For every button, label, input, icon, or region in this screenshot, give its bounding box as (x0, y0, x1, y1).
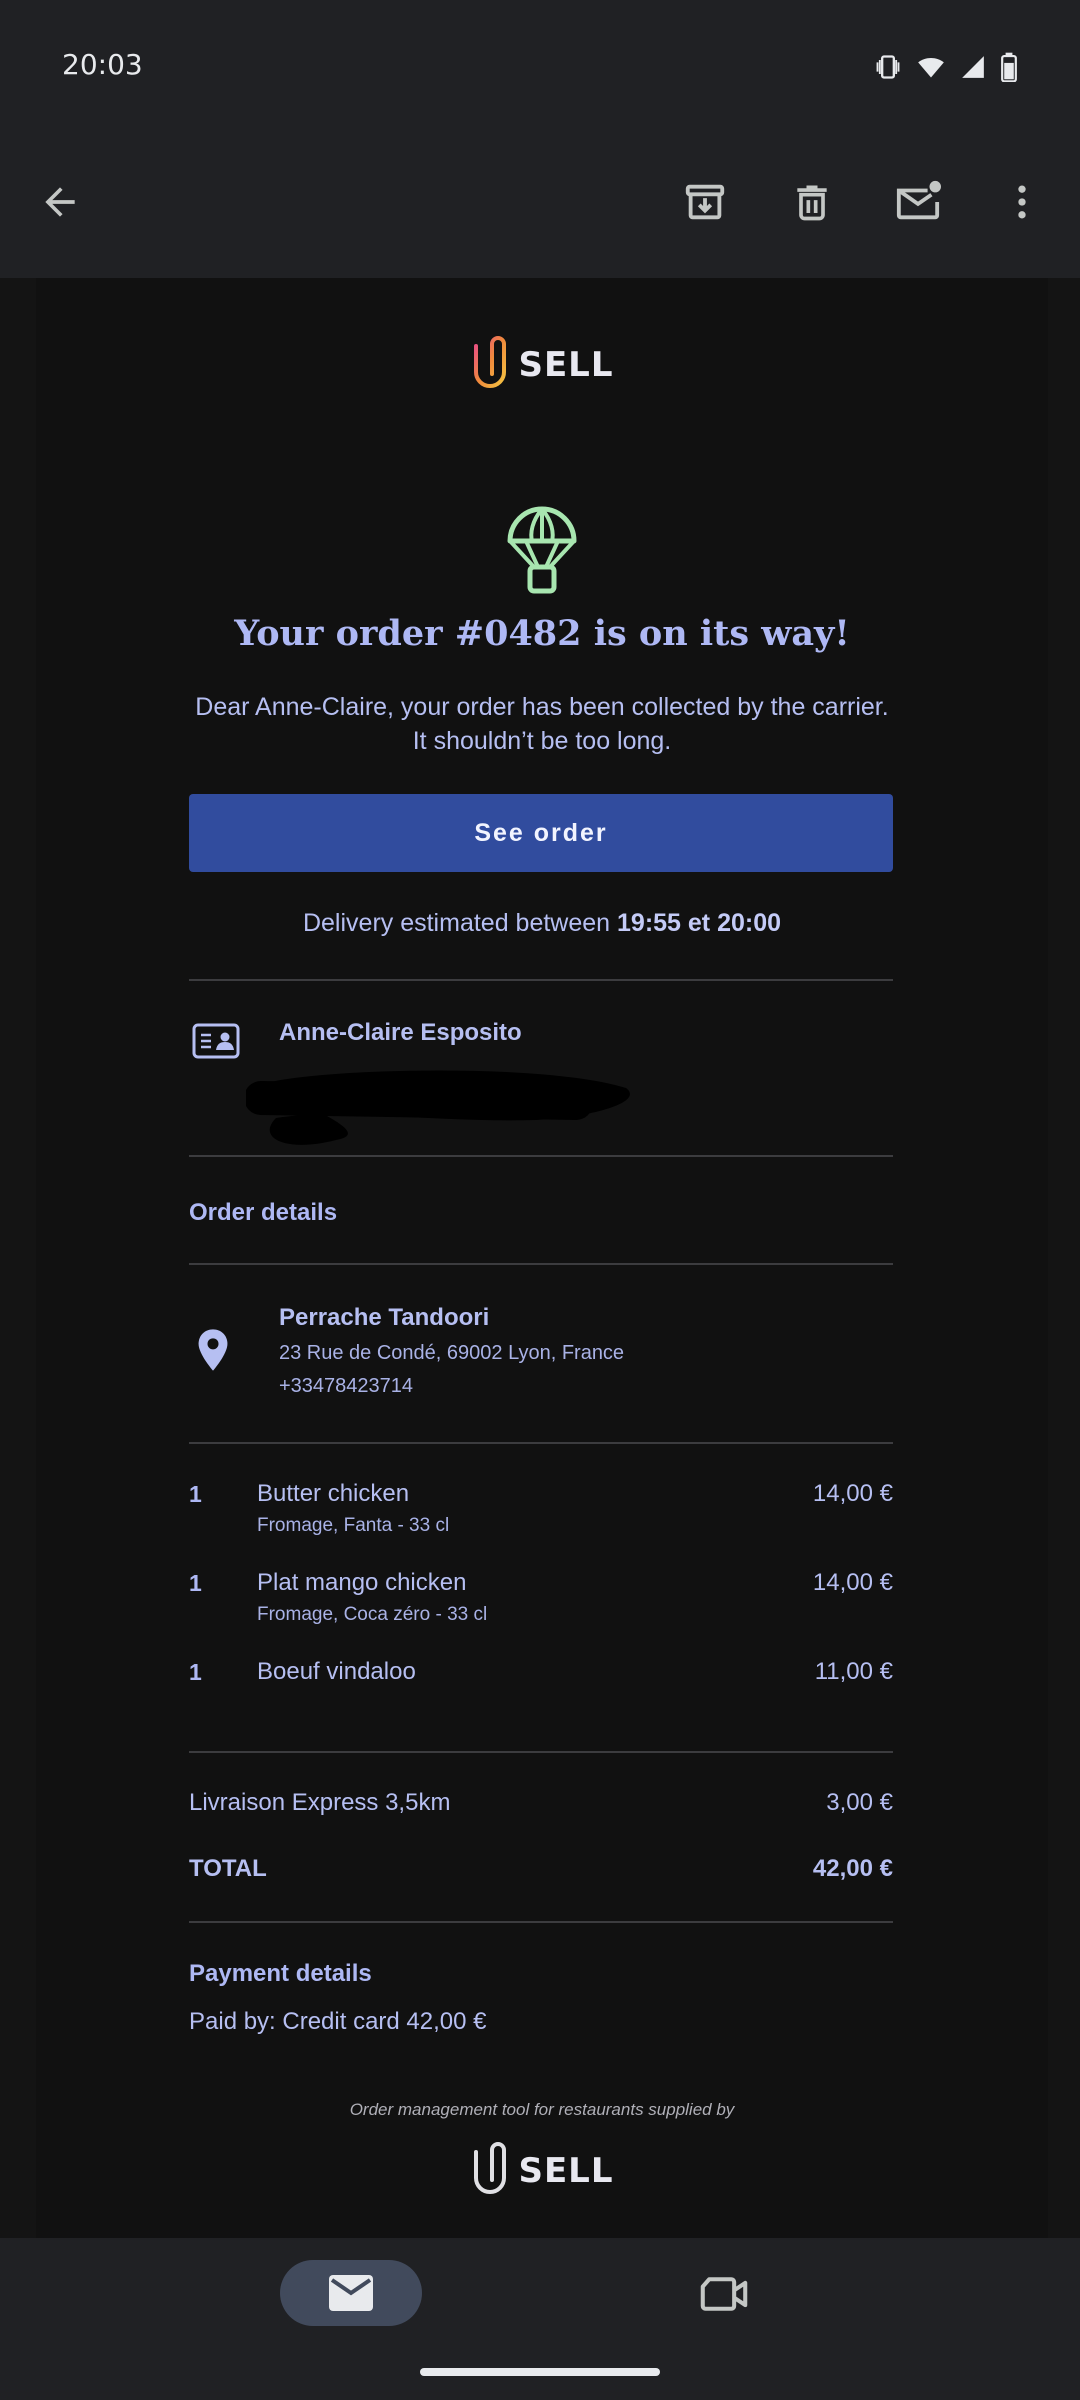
restaurant-phone[interactable]: +33478423714 (279, 1375, 413, 1398)
back-arrow-icon (45, 187, 75, 217)
eta-prefix: Delivery estimated between (302, 909, 611, 937)
archive-icon (685, 184, 725, 220)
customer-name: Anne-Claire Esposito (279, 1019, 522, 1046)
wifi-icon (918, 57, 944, 78)
item-price: 14,00 € (812, 1569, 893, 1596)
total-value: 42,00 € (812, 1855, 893, 1882)
archive-button[interactable] (673, 170, 737, 234)
intro-text: Dear Anne-Claire, your order has been co… (195, 693, 889, 755)
delivery-fee-value: 3,00 € (826, 1789, 893, 1816)
divider (189, 979, 893, 981)
footer-brand-logo: SELL (36, 2140, 1048, 2202)
footer-brand-name: SELL (518, 2151, 614, 2191)
divider (189, 1921, 893, 1923)
item-qty: 1 (189, 1659, 202, 1685)
status-time: 20:03 (62, 48, 143, 81)
mail-icon (329, 2275, 373, 2311)
item-price: 11,00 € (814, 1658, 893, 1685)
mark-unread-button[interactable] (886, 170, 950, 234)
delete-button[interactable] (780, 170, 844, 234)
payment-line: Paid by: Credit card 42,00 € (189, 2008, 487, 2035)
divider (189, 1442, 893, 1444)
more-vert-icon (1018, 185, 1026, 219)
item-options: Fromage, Coca zéro - 33 cl (257, 1604, 488, 1625)
email-content: SELL Your order #0482 is on its way! Dea… (36, 278, 1048, 2238)
video-icon (700, 2277, 748, 2311)
parachute-icon (507, 506, 577, 594)
item-name: Boeuf vindaloo (257, 1658, 416, 1685)
location-pin-icon (198, 1329, 228, 1371)
order-details-title: Order details (189, 1199, 338, 1226)
battery-icon (1001, 52, 1017, 82)
item-qty: 1 (189, 1481, 202, 1507)
usell-logo-mono-icon (474, 2142, 507, 2194)
delivery-estimate: Delivery estimated between 19:55 et 20:0… (36, 909, 1048, 938)
status-icons (874, 52, 1018, 82)
back-button[interactable] (28, 170, 92, 234)
email-body: SELL Your order #0482 is on its way! Dea… (0, 278, 1080, 2238)
order-headline: Your order #0482 is on its way! (234, 613, 850, 654)
contact-card-icon (192, 1023, 240, 1059)
divider (189, 1263, 893, 1265)
see-order-button[interactable]: See order (189, 794, 893, 872)
item-price: 14,00 € (812, 1480, 893, 1507)
divider (189, 1751, 893, 1753)
status-bar: 20:03 (0, 0, 1080, 130)
vibrate-icon (876, 55, 900, 79)
restaurant-name: Perrache Tandoori (279, 1304, 490, 1331)
delivery-fee-label: Livraison Express 3,5km (189, 1789, 451, 1816)
usell-logo-icon (474, 336, 507, 388)
brand-logo: SELL (36, 334, 1048, 396)
nav-mail-tab[interactable] (280, 2260, 422, 2326)
mark-unread-icon (896, 180, 941, 220)
more-options-button[interactable] (990, 170, 1054, 234)
restaurant-address: 23 Rue de Condé, 69002 Lyon, France (279, 1342, 625, 1364)
brand-name: SELL (518, 345, 614, 385)
email-toolbar (0, 130, 1080, 278)
bottom-navigation (0, 2238, 1080, 2400)
home-indicator[interactable] (420, 2368, 660, 2376)
trash-icon (797, 185, 827, 221)
item-name: Plat mango chicken (257, 1569, 467, 1596)
item-qty: 1 (189, 1570, 202, 1596)
nav-meet-tab[interactable] (692, 2262, 756, 2326)
eta-window: 19:55 et 20:00 (617, 909, 782, 937)
total-label: TOTAL (189, 1855, 267, 1882)
divider (189, 1155, 893, 1157)
signal-icon (962, 56, 984, 78)
item-name: Butter chicken (257, 1480, 410, 1507)
item-options: Fromage, Fanta - 33 cl (257, 1515, 450, 1536)
payment-details-title: Payment details (189, 1960, 372, 1987)
redaction-scribble (246, 1070, 630, 1145)
footer-note: Order management tool for restaurants su… (349, 2100, 735, 2119)
